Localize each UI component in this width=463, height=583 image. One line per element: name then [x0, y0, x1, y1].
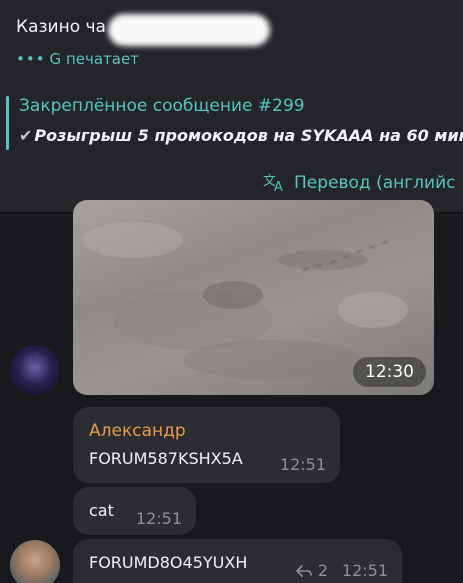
- photo-message[interactable]: 12:30: [73, 200, 434, 395]
- chat-header: Казино ча ••• G печатает Закреплённое соо…: [0, 0, 463, 212]
- chat-title[interactable]: Казино ча: [16, 17, 106, 37]
- message-text: FORUM587KSHX5A: [89, 449, 243, 468]
- message-time: 12:30: [353, 357, 426, 387]
- reply-count[interactable]: 2: [296, 561, 328, 580]
- typing-status: G печатает: [49, 50, 139, 68]
- message-bubble[interactable]: Александр FORUM587KSHX5A 12:51: [73, 407, 340, 483]
- reply-count-value: 2: [317, 561, 328, 580]
- typing-dots-icon: •••: [16, 50, 46, 68]
- message-text: cat: [89, 501, 114, 520]
- typing-indicator: ••• G печатает: [16, 50, 139, 68]
- redaction-blur: [108, 14, 270, 46]
- message-time: 12:51: [135, 509, 182, 528]
- svg-text:A: A: [274, 180, 283, 192]
- checkmark-icon: ✔: [19, 126, 33, 145]
- avatar[interactable]: [10, 540, 60, 583]
- translate-label: Перевод (английс: [294, 173, 456, 193]
- reply-arrow-icon: [296, 565, 312, 577]
- avatar[interactable]: [10, 345, 60, 395]
- message-bubble[interactable]: FORUMD8O45YUXH 2 12:51: [73, 539, 402, 583]
- sender-name[interactable]: Александр: [89, 421, 186, 441]
- message-text: FORUMD8O45YUXH: [89, 553, 248, 572]
- message-time: 12:51: [341, 561, 388, 580]
- message-time: 12:51: [279, 455, 326, 474]
- pinned-title: Закреплённое сообщение #299: [19, 96, 305, 116]
- translate-button[interactable]: 文 A Перевод (английс: [262, 172, 456, 195]
- message-bubble[interactable]: cat 12:51: [73, 487, 196, 535]
- pinned-message[interactable]: Закреплённое сообщение #299 ✔ Розыгрыш 5 …: [0, 92, 463, 154]
- translate-icon: 文 A: [263, 174, 283, 195]
- pinned-text: ✔ Розыгрыш 5 промокодов на SYKAAA на 60 м…: [19, 126, 463, 145]
- pinned-indicator-bar: [6, 96, 9, 150]
- pinned-text-content: Розыгрыш 5 промокодов на SYKAAA на 60 ми…: [34, 126, 463, 145]
